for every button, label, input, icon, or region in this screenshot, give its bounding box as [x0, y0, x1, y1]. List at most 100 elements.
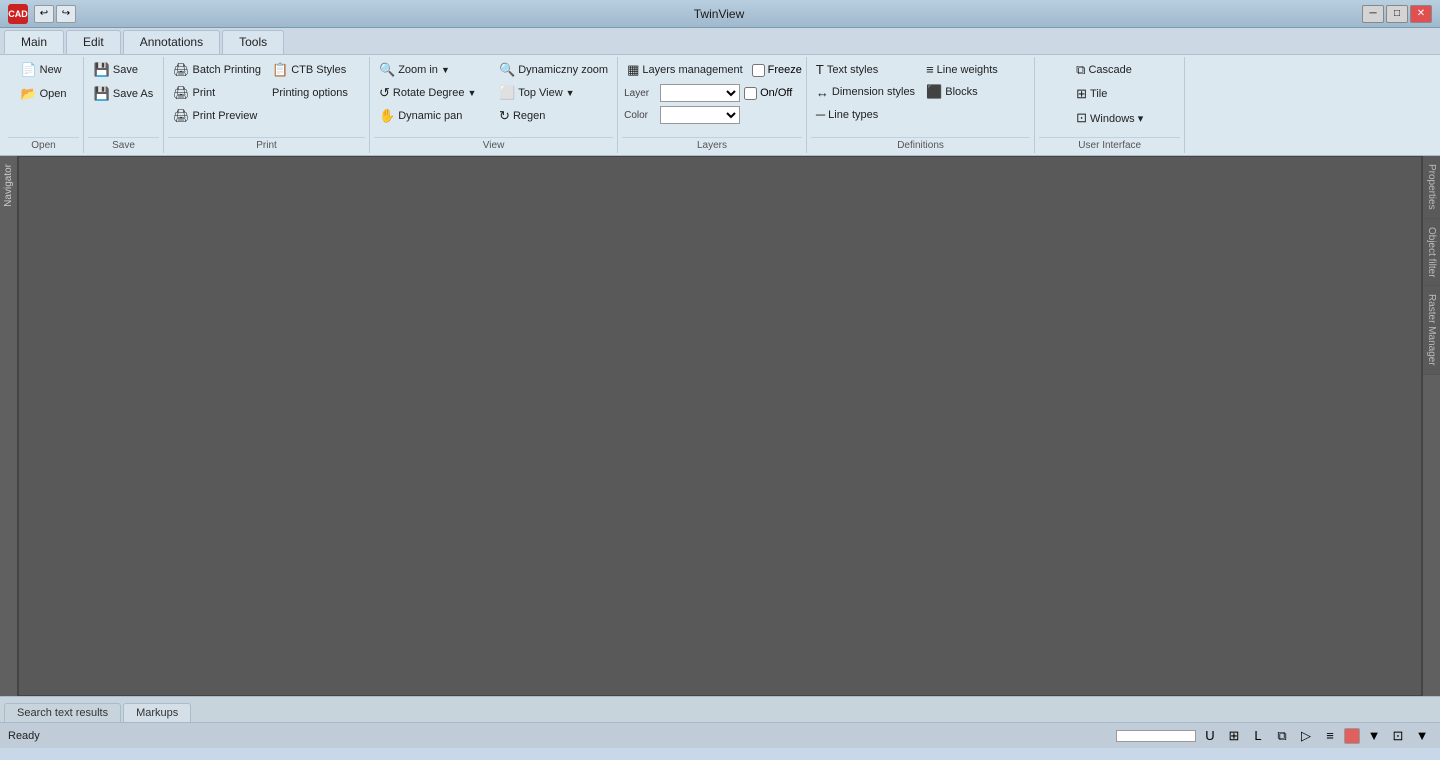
- printing-options-label: Printing options: [272, 87, 348, 99]
- tab-annotations[interactable]: Annotations: [123, 30, 220, 54]
- layer-select[interactable]: [660, 84, 740, 102]
- save-as-label: Save As: [113, 88, 153, 100]
- regen-button[interactable]: ↻ Regen: [494, 105, 613, 127]
- maximize-button[interactable]: □: [1386, 5, 1408, 23]
- tile-button[interactable]: ⊞ Tile: [1071, 83, 1148, 105]
- text-styles-icon: T: [816, 62, 824, 77]
- layers-icon: ▦: [627, 62, 639, 78]
- ribbon-group-open: 📄 New 📂 Open Open: [4, 57, 84, 153]
- rotate-dropdown-icon[interactable]: ▼: [467, 88, 476, 98]
- layers-management-label: Layers management: [642, 64, 742, 76]
- cascade-icon: ⧉: [1076, 62, 1085, 78]
- tab-tools[interactable]: Tools: [222, 30, 284, 54]
- redo-button[interactable]: ↪: [56, 5, 76, 23]
- blocks-label: Blocks: [945, 86, 977, 98]
- ctb-styles-button[interactable]: 📋 CTB Styles: [267, 59, 365, 81]
- dynamic-pan-label: Dynamic pan: [398, 110, 462, 122]
- tile-icon: ⊞: [1076, 86, 1087, 102]
- rotate-degree-icon: ↺: [379, 85, 390, 101]
- raster-manager-tab[interactable]: Raster Manager: [1423, 286, 1440, 375]
- ribbon-group-layers: ▦ Layers management Freeze Layer: [618, 57, 807, 153]
- status-ortho-button[interactable]: L: [1248, 726, 1268, 746]
- color-select[interactable]: [660, 106, 740, 124]
- line-types-button[interactable]: ─ Line types: [811, 104, 920, 125]
- canvas-area[interactable]: [18, 156, 1422, 696]
- status-link-button[interactable]: ⧉: [1272, 726, 1292, 746]
- dimension-styles-button[interactable]: ↔ Dimension styles: [811, 81, 920, 103]
- main-area: Navigator Properties Object filter Raste…: [0, 156, 1440, 696]
- top-view-dropdown-icon[interactable]: ▼: [566, 88, 575, 98]
- new-button[interactable]: 📄 New: [15, 59, 71, 81]
- status-snap-button[interactable]: U: [1200, 726, 1220, 746]
- tab-main[interactable]: Main: [4, 30, 64, 54]
- status-lines-button[interactable]: ≡: [1320, 726, 1340, 746]
- rotate-degree-button[interactable]: ↺ Rotate Degree ▼: [374, 82, 493, 104]
- zoom-in-dropdown-icon[interactable]: ▼: [441, 65, 450, 75]
- open-group-label: Open: [8, 137, 79, 151]
- windows-button[interactable]: ⊡ Windows ▾: [1071, 107, 1148, 129]
- blocks-button[interactable]: ⬛ Blocks: [921, 81, 1030, 103]
- status-right: U ⊞ L ⧉ ▷ ≡ ▼ ⊡ ▼: [1116, 726, 1432, 746]
- color-label: Color: [624, 110, 656, 121]
- bottom-tab-search[interactable]: Search text results: [4, 703, 121, 722]
- minimize-button[interactable]: ─: [1362, 5, 1384, 23]
- status-dropdown-button[interactable]: ▼: [1364, 726, 1384, 746]
- close-button[interactable]: ✕: [1410, 5, 1432, 23]
- bottom-tab-markups[interactable]: Markups: [123, 703, 191, 722]
- layers-group-label: Layers: [622, 137, 802, 151]
- cascade-label: Cascade: [1088, 64, 1131, 76]
- status-grid-button[interactable]: ⊞: [1224, 726, 1244, 746]
- window-controls: ─ □ ✕: [1362, 5, 1432, 23]
- blocks-icon: ⬛: [926, 84, 942, 100]
- rotate-degree-label: Rotate Degree: [393, 87, 465, 99]
- properties-tab[interactable]: Properties: [1423, 156, 1440, 219]
- dynamicky-zoom-button[interactable]: 🔍 Dynamiczny zoom: [494, 59, 613, 81]
- on-off-label: On/Off: [760, 87, 792, 99]
- line-weights-button[interactable]: ≡ Line weights: [921, 59, 1030, 80]
- status-layout-button[interactable]: ⊡: [1388, 726, 1408, 746]
- on-off-checkbox[interactable]: [744, 87, 757, 100]
- save-icon: 💾: [94, 62, 110, 78]
- status-layout-dropdown[interactable]: ▼: [1412, 726, 1432, 746]
- print-icon: 🖨: [173, 85, 190, 101]
- dynamic-pan-button[interactable]: ✋ Dynamic pan: [374, 105, 493, 127]
- freeze-checkbox[interactable]: [752, 64, 765, 77]
- on-off-toggle: On/Off: [744, 87, 792, 100]
- tab-edit[interactable]: Edit: [66, 30, 121, 54]
- top-view-icon: ⬜: [499, 85, 515, 101]
- save-group-label: Save: [88, 137, 159, 151]
- top-view-button[interactable]: ⬜ Top View ▼: [494, 82, 613, 104]
- undo-button[interactable]: ↩: [34, 5, 54, 23]
- save-as-button[interactable]: 💾 Save As: [89, 83, 159, 105]
- ribbon-group-definitions: T Text styles ≡ Line weights ↔ Dimension…: [807, 57, 1035, 153]
- ctb-styles-label: CTB Styles: [291, 64, 346, 76]
- object-filter-tab[interactable]: Object filter: [1423, 219, 1440, 287]
- save-button[interactable]: 💾 Save: [89, 59, 159, 81]
- line-weights-label: Line weights: [937, 64, 998, 76]
- batch-printing-button[interactable]: 🖨 Batch Printing: [168, 59, 266, 81]
- text-styles-button[interactable]: T Text styles: [811, 59, 920, 80]
- navigator-tab[interactable]: Navigator: [1, 160, 16, 211]
- zoom-in-icon: 🔍: [379, 62, 395, 78]
- print-button[interactable]: 🖨 Print: [168, 82, 266, 104]
- tile-label: Tile: [1090, 88, 1107, 100]
- layers-management-button[interactable]: ▦ Layers management: [622, 59, 748, 81]
- print-preview-label: Print Preview: [193, 110, 258, 122]
- left-panel: Navigator: [0, 156, 18, 696]
- print-preview-button[interactable]: 🖨 Print Preview: [168, 105, 266, 127]
- open-button[interactable]: 📂 Open: [15, 83, 71, 105]
- freeze-toggle: Freeze: [752, 64, 802, 77]
- print-group-label: Print: [168, 137, 365, 151]
- printing-options-button[interactable]: Printing options: [267, 82, 365, 104]
- app-icon: CAD: [8, 4, 28, 24]
- zoom-in-button[interactable]: 🔍 Zoom in ▼: [374, 59, 493, 81]
- ribbon-group-print: 🖨 Batch Printing 📋 CTB Styles 🖨 Print Pr…: [164, 57, 370, 153]
- freeze-label: Freeze: [768, 64, 802, 76]
- status-ready: Ready: [8, 730, 40, 742]
- open-label: Open: [40, 88, 67, 100]
- cascade-button[interactable]: ⧉ Cascade: [1071, 59, 1148, 81]
- status-color-button[interactable]: [1344, 728, 1360, 744]
- status-progress-bar: [1116, 730, 1196, 742]
- status-arrow-button[interactable]: ▷: [1296, 726, 1316, 746]
- regen-label: Regen: [513, 110, 545, 122]
